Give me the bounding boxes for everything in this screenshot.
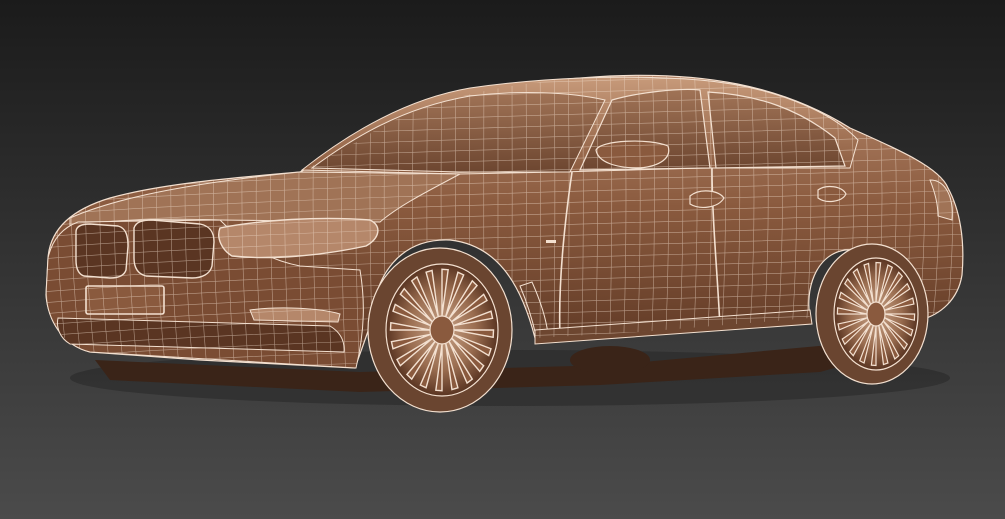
rear-wheel bbox=[815, 243, 929, 385]
front-wheel bbox=[367, 247, 513, 413]
grille-left bbox=[75, 223, 129, 279]
rear-door-handle bbox=[817, 185, 847, 203]
3d-viewport[interactable] bbox=[0, 0, 1005, 519]
rear-far-wheel bbox=[570, 346, 650, 374]
scene-canvas[interactable] bbox=[0, 0, 1005, 519]
